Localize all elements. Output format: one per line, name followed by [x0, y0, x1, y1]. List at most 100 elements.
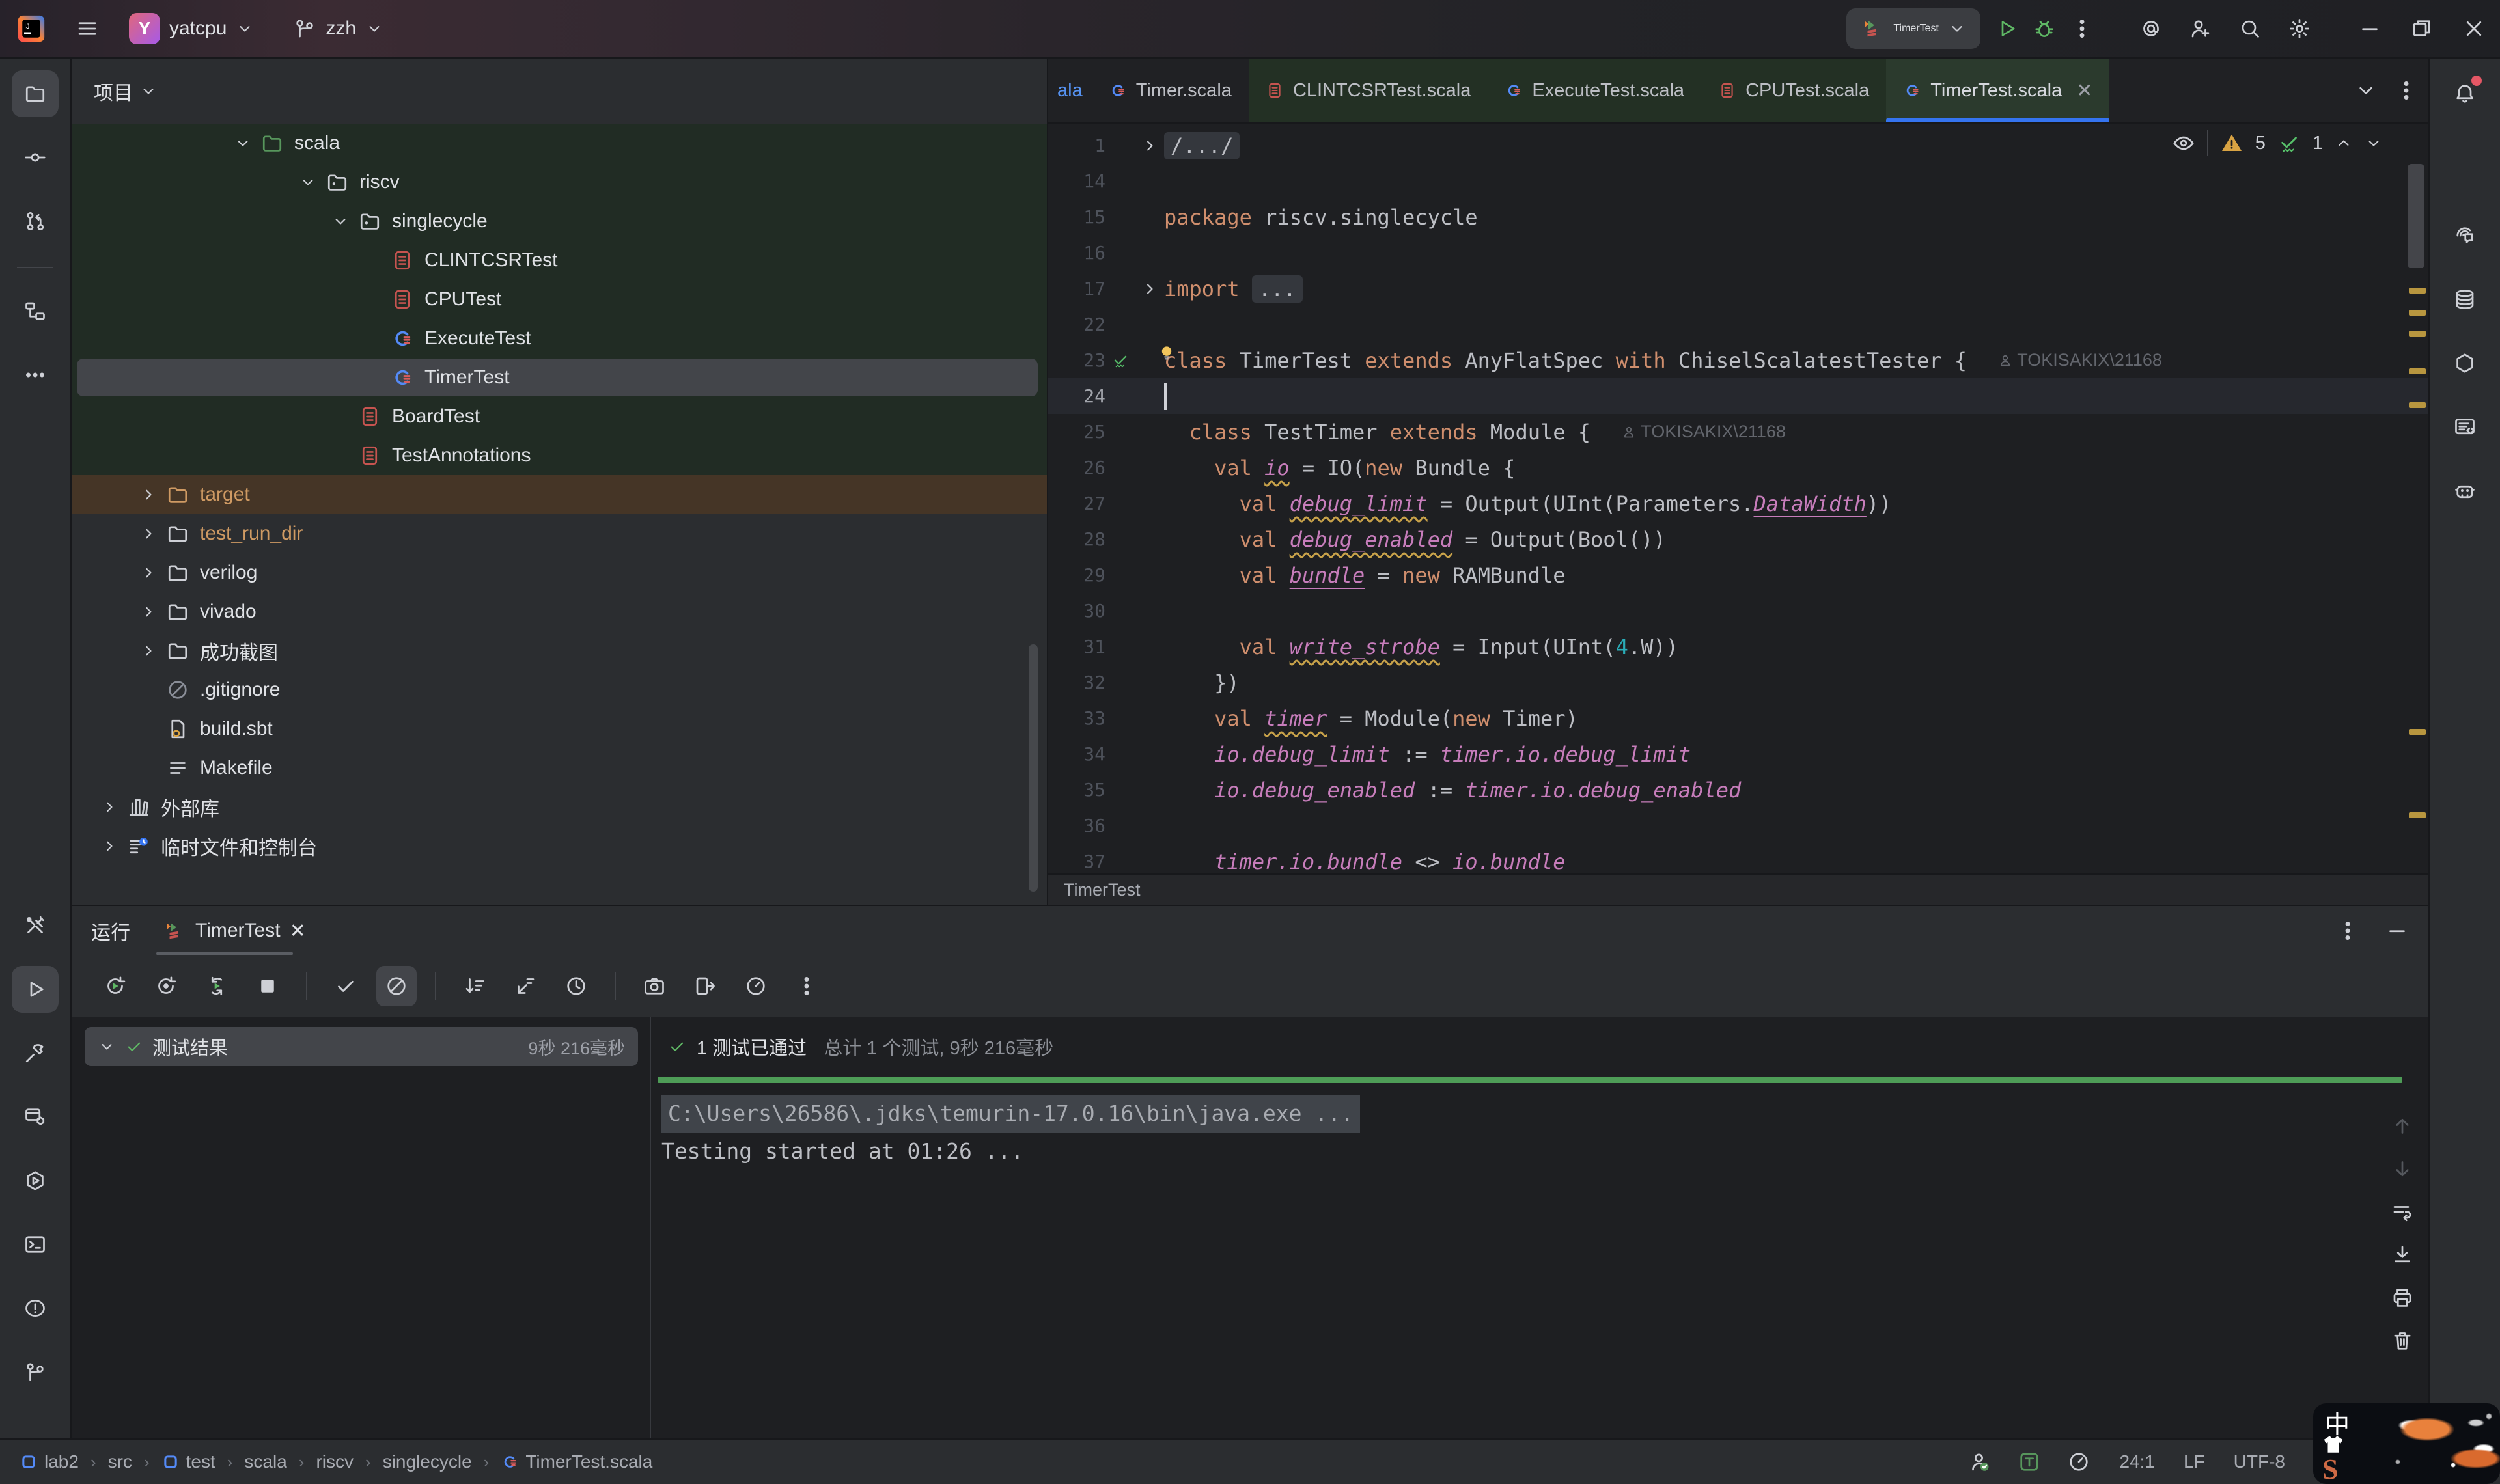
chevron-right-icon[interactable]: [139, 564, 158, 582]
author-hint[interactable]: TOKISAKIX\21168: [1997, 350, 2162, 370]
project-tool-icon[interactable]: [12, 70, 59, 117]
settings-icon[interactable]: [2288, 17, 2311, 40]
sort-by-duration-button[interactable]: [556, 966, 596, 1006]
tree-item-BoardTest[interactable]: BoardTest: [72, 397, 1047, 436]
dependencies-tool-icon[interactable]: [2441, 340, 2488, 387]
import-test-results-button[interactable]: [685, 966, 725, 1006]
editor-scrollbar-thumb[interactable]: [2408, 164, 2424, 268]
snapshot-button[interactable]: [634, 966, 674, 1006]
notifications-icon[interactable]: [2441, 70, 2488, 117]
problems-tool-icon[interactable]: [12, 1285, 59, 1332]
code-line-29[interactable]: 29 val bundle = new RAMBundle: [1048, 557, 2428, 593]
code-line-25[interactable]: 25 class TestTimer extends Module { TOKI…: [1048, 414, 2428, 450]
chevron-up-icon[interactable]: [2335, 134, 2353, 152]
close-button[interactable]: [2448, 0, 2500, 58]
tree-item-vivado[interactable]: vivado: [72, 592, 1047, 631]
chevron-right-icon[interactable]: [139, 525, 158, 543]
rerun-failed-button[interactable]: [146, 966, 186, 1006]
code-line-31[interactable]: 31 val write_strobe = Input(UInt(4.W)): [1048, 629, 2428, 665]
encoding[interactable]: UTF-8: [2234, 1451, 2285, 1472]
soft-wrap-button[interactable]: [2391, 1200, 2414, 1224]
sort-alphabetically-button[interactable]: [505, 966, 546, 1006]
branch-selector[interactable]: zzh: [293, 17, 383, 40]
close-icon[interactable]: ✕: [2076, 79, 2092, 102]
breadcrumb[interactable]: TimerTest: [1064, 880, 1141, 900]
code-analysis-icon[interactable]: [2067, 1450, 2090, 1474]
tab-Timer.scala[interactable]: Timer.scala: [1092, 59, 1249, 122]
code-line-24[interactable]: 24: [1048, 378, 2428, 414]
code-line-15[interactable]: 15package riscv.singlecycle: [1048, 199, 2428, 235]
chevron-down-icon[interactable]: [299, 173, 317, 191]
scroll-to-end-button[interactable]: [2391, 1243, 2414, 1267]
tree-item-CLINTCSRTest[interactable]: CLINTCSRTest: [72, 241, 1047, 280]
chevron-right-icon[interactable]: [139, 486, 158, 504]
chevron-right-icon[interactable]: [139, 603, 158, 621]
pull-requests-tool-icon[interactable]: [12, 198, 59, 245]
chevron-down-icon[interactable]: [234, 134, 252, 152]
run-anything-tool-icon[interactable]: [12, 1157, 59, 1204]
console-output[interactable]: C:\Users\26586\.jdks\temurin-17.0.16\bin…: [651, 1083, 2428, 1170]
tree-item-riscv[interactable]: riscv: [72, 163, 1047, 202]
more-actions-icon[interactable]: [2070, 17, 2094, 40]
tree-item-test_run_dir[interactable]: test_run_dir: [72, 514, 1047, 553]
sort-by-order-button[interactable]: [454, 966, 495, 1006]
license-icon[interactable]: [1968, 1450, 1992, 1474]
coverage-button[interactable]: [736, 966, 776, 1006]
rerun-button[interactable]: [95, 966, 135, 1006]
run-panel-options-icon[interactable]: [2336, 919, 2359, 942]
clear-all-button[interactable]: [2391, 1329, 2414, 1353]
breadcrumb-TimerTest.scala[interactable]: TimerTest.scala: [501, 1451, 652, 1472]
debug-button[interactable]: [2033, 17, 2056, 40]
tree-item-成功截图[interactable]: 成功截图: [72, 631, 1047, 670]
tree-item-verilog[interactable]: verilog: [72, 553, 1047, 592]
database-tool-icon[interactable]: [2441, 276, 2488, 323]
fold-icon[interactable]: [1141, 280, 1159, 298]
documentation-tool-icon[interactable]: [2441, 404, 2488, 450]
tree-item-target[interactable]: target: [72, 475, 1047, 514]
code-line-35[interactable]: 35 io.debug_enabled := timer.io.debug_en…: [1048, 772, 2428, 808]
caret-position[interactable]: 24:1: [2119, 1451, 2155, 1472]
minimize-button[interactable]: [2344, 0, 2396, 58]
partial-tab[interactable]: ala: [1048, 59, 1092, 122]
structure-tool-icon[interactable]: [12, 288, 59, 335]
project-selector[interactable]: Y yatcpu: [129, 13, 254, 44]
code-line-32[interactable]: 32 }): [1048, 665, 2428, 700]
breadcrumb-src[interactable]: src: [108, 1451, 132, 1472]
breadcrumb-test[interactable]: test: [161, 1451, 215, 1472]
breadcrumb-lab2[interactable]: lab2: [20, 1451, 79, 1472]
tree-item-CPUTest[interactable]: CPUTest: [72, 280, 1047, 319]
code-line-28[interactable]: 28 val debug_enabled = Output(Bool()): [1048, 521, 2428, 557]
copilot-tool-icon[interactable]: [2441, 467, 2488, 514]
search-icon[interactable]: [2238, 17, 2262, 40]
tab-CLINTCSRTest.scala[interactable]: CLINTCSRTest.scala: [1249, 59, 1488, 122]
show-passed-button[interactable]: [326, 966, 366, 1006]
tree-item-build.sbt[interactable]: build.sbt: [72, 709, 1047, 749]
code-line-36[interactable]: 36: [1048, 808, 2428, 844]
breadcrumb-singlecycle[interactable]: singlecycle: [383, 1451, 472, 1472]
inspections-widget[interactable]: 5 1: [2172, 130, 2383, 156]
breadcrumb-riscv[interactable]: riscv: [316, 1451, 354, 1472]
code-line-16[interactable]: 16: [1048, 235, 2428, 271]
tree-item-TimerTest[interactable]: TimerTest: [72, 358, 1047, 397]
more-tools-icon[interactable]: [12, 351, 59, 398]
editor-error-stripe[interactable]: [2405, 124, 2431, 873]
code-line-17[interactable]: 17import ...: [1048, 271, 2428, 307]
show-ignored-button[interactable]: [376, 966, 417, 1006]
code-line-14[interactable]: 14: [1048, 163, 2428, 199]
code-line-23[interactable]: 23class TimerTest extends AnyFlatSpec wi…: [1048, 342, 2428, 378]
chevron-right-icon[interactable]: [100, 798, 118, 816]
git-tool-icon[interactable]: [12, 1349, 59, 1395]
ai-assistant-icon[interactable]: [2139, 17, 2163, 40]
more-options-button[interactable]: [786, 966, 827, 1006]
terminal-tool-icon[interactable]: [12, 1221, 59, 1268]
restore-button[interactable]: [2396, 0, 2448, 58]
run-configuration-selector[interactable]: TimerTest: [1846, 8, 1980, 49]
services-tool-icon[interactable]: [12, 1093, 59, 1140]
chevron-right-icon[interactable]: [100, 837, 118, 855]
breadcrumb-scala[interactable]: scala: [244, 1451, 286, 1472]
tree-item-Makefile[interactable]: Makefile: [72, 749, 1047, 788]
status-breadcrumbs[interactable]: lab2›src›test›scala›riscv›singlecycle›Ti…: [20, 1451, 652, 1472]
next-occurrence-button[interactable]: [2391, 1157, 2414, 1181]
code-line-26[interactable]: 26 val io = IO(new Bundle {: [1048, 450, 2428, 486]
chevron-down-icon[interactable]: [2365, 134, 2383, 152]
